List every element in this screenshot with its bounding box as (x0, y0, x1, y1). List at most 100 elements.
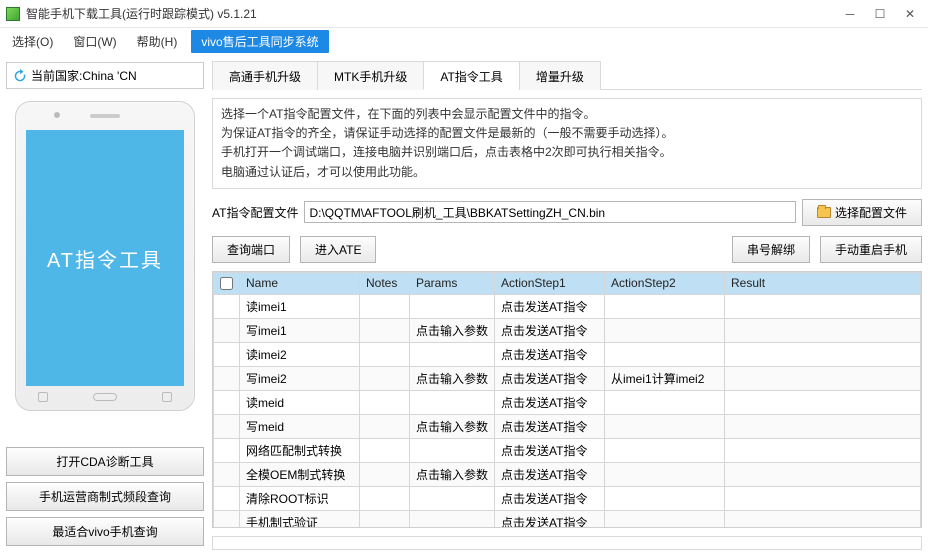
cell-result[interactable] (725, 486, 921, 510)
tab-at[interactable]: AT指令工具 (423, 61, 519, 90)
vivo-compat-button[interactable]: 最适合vivo手机查询 (6, 517, 204, 546)
cell-params[interactable]: 点击输入参数 (410, 462, 495, 486)
table-row[interactable]: 清除ROOT标识 点击发送AT指令 (214, 486, 921, 510)
cell-step2[interactable] (605, 510, 725, 528)
cell-step1[interactable]: 点击发送AT指令 (495, 414, 605, 438)
column-step1[interactable]: ActionStep1 (495, 272, 605, 294)
cell-step2[interactable] (605, 462, 725, 486)
cell-result[interactable] (725, 366, 921, 390)
cell-params[interactable] (410, 510, 495, 528)
table-row[interactable]: 全模OEM制式转换 点击输入参数点击发送AT指令 (214, 462, 921, 486)
cell-notes[interactable] (360, 294, 410, 318)
cell-params[interactable] (410, 342, 495, 366)
carrier-query-button[interactable]: 手机运营商制式频段查询 (6, 482, 204, 511)
cell-name[interactable]: 网络匹配制式转换 (240, 438, 360, 462)
row-checkbox-cell[interactable] (214, 510, 240, 528)
cell-params[interactable] (410, 438, 495, 462)
cell-result[interactable] (725, 342, 921, 366)
table-row[interactable]: 写imei1点击输入参数点击发送AT指令 (214, 318, 921, 342)
row-checkbox-cell[interactable] (214, 342, 240, 366)
row-checkbox-cell[interactable] (214, 318, 240, 342)
cell-result[interactable] (725, 510, 921, 528)
cell-result[interactable] (725, 438, 921, 462)
table-row[interactable]: 读imei1 点击发送AT指令 (214, 294, 921, 318)
cell-notes[interactable] (360, 438, 410, 462)
tab-mtk[interactable]: MTK手机升级 (317, 61, 424, 90)
cell-step1[interactable]: 点击发送AT指令 (495, 462, 605, 486)
table-row[interactable]: 读meid点击发送AT指令 (214, 390, 921, 414)
cell-params[interactable] (410, 294, 495, 318)
config-path-input[interactable] (304, 201, 796, 223)
table-row[interactable]: 写imei2 点击输入参数点击发送AT指令从imei1计算imei2 (214, 366, 921, 390)
row-checkbox-cell[interactable] (214, 294, 240, 318)
cell-notes[interactable] (360, 318, 410, 342)
menu-vivo-sync[interactable]: vivo售后工具同步系统 (191, 30, 328, 53)
cell-result[interactable] (725, 462, 921, 486)
row-checkbox-cell[interactable] (214, 486, 240, 510)
cell-name[interactable]: 清除ROOT标识 (240, 486, 360, 510)
cell-notes[interactable] (360, 366, 410, 390)
row-checkbox-cell[interactable] (214, 438, 240, 462)
cell-notes[interactable] (360, 462, 410, 486)
cell-name[interactable]: 写imei2 (240, 366, 360, 390)
cell-params[interactable] (410, 390, 495, 414)
tab-qcom[interactable]: 高通手机升级 (212, 61, 318, 90)
table-row[interactable]: 读imei2 点击发送AT指令 (214, 342, 921, 366)
cell-params[interactable] (410, 486, 495, 510)
cell-step1[interactable]: 点击发送AT指令 (495, 438, 605, 462)
table-row[interactable]: 写meid 点击输入参数点击发送AT指令 (214, 414, 921, 438)
enter-ate-button[interactable]: 进入ATE (300, 236, 376, 263)
menu-select[interactable]: 选择(O) (6, 31, 59, 52)
cell-notes[interactable] (360, 486, 410, 510)
cell-params[interactable]: 点击输入参数 (410, 366, 495, 390)
cell-step1[interactable]: 点击发送AT指令 (495, 342, 605, 366)
cell-name[interactable]: 写meid (240, 414, 360, 438)
cell-name[interactable]: 全模OEM制式转换 (240, 462, 360, 486)
column-name[interactable]: Name (240, 272, 360, 294)
column-notes[interactable]: Notes (360, 272, 410, 294)
row-checkbox-cell[interactable] (214, 390, 240, 414)
cell-step2[interactable] (605, 390, 725, 414)
cell-step2[interactable] (605, 342, 725, 366)
cell-name[interactable]: 读imei1 (240, 294, 360, 318)
column-step2[interactable]: ActionStep2 (605, 272, 725, 294)
cell-notes[interactable] (360, 510, 410, 528)
browse-config-button[interactable]: 选择配置文件 (802, 199, 922, 226)
cell-step1[interactable]: 点击发送AT指令 (495, 366, 605, 390)
cell-step2[interactable] (605, 438, 725, 462)
cell-step1[interactable]: 点击发送AT指令 (495, 318, 605, 342)
select-all-checkbox[interactable] (220, 277, 233, 290)
table-row[interactable]: 网络匹配制式转换 点击发送AT指令 (214, 438, 921, 462)
cell-name[interactable]: 手机制式验证 (240, 510, 360, 528)
cell-notes[interactable] (360, 342, 410, 366)
cell-step1[interactable]: 点击发送AT指令 (495, 486, 605, 510)
table-row[interactable]: 手机制式验证 点击发送AT指令 (214, 510, 921, 528)
column-params[interactable]: Params (410, 272, 495, 294)
cell-result[interactable] (725, 294, 921, 318)
cell-step2[interactable] (605, 294, 725, 318)
cell-notes[interactable] (360, 390, 410, 414)
cell-step1[interactable]: 点击发送AT指令 (495, 390, 605, 414)
cell-step1[interactable]: 点击发送AT指令 (495, 510, 605, 528)
cell-params[interactable]: 点击输入参数 (410, 414, 495, 438)
close-button[interactable]: ✕ (904, 8, 916, 20)
menu-window[interactable]: 窗口(W) (67, 31, 122, 52)
open-cda-button[interactable]: 打开CDA诊断工具 (6, 447, 204, 476)
row-checkbox-cell[interactable] (214, 414, 240, 438)
cell-step2[interactable]: 从imei1计算imei2 (605, 366, 725, 390)
cell-result[interactable] (725, 318, 921, 342)
menu-help[interactable]: 帮助(H) (131, 31, 184, 52)
cell-step2[interactable] (605, 414, 725, 438)
cell-name[interactable]: 写imei1 (240, 318, 360, 342)
column-checkbox[interactable] (214, 272, 240, 294)
cell-result[interactable] (725, 390, 921, 414)
cell-step1[interactable]: 点击发送AT指令 (495, 294, 605, 318)
minimize-button[interactable]: ─ (844, 8, 856, 20)
cell-result[interactable] (725, 414, 921, 438)
cell-notes[interactable] (360, 414, 410, 438)
cell-name[interactable]: 读imei2 (240, 342, 360, 366)
column-result[interactable]: Result (725, 272, 921, 294)
cell-step2[interactable] (605, 318, 725, 342)
cell-step2[interactable] (605, 486, 725, 510)
row-checkbox-cell[interactable] (214, 366, 240, 390)
